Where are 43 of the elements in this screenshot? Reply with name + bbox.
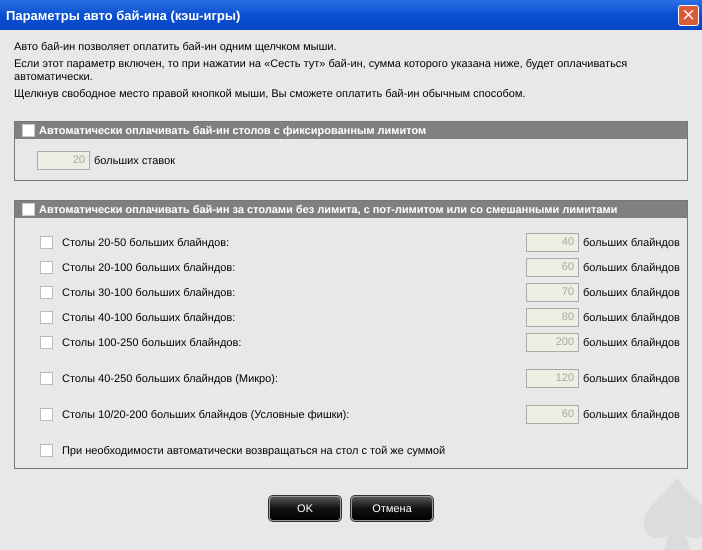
- amount-field[interactable]: 120: [526, 369, 579, 388]
- unit-label: больших блайндов: [583, 262, 681, 274]
- amount-field[interactable]: 40: [526, 233, 579, 252]
- unit-label: больших блайндов: [583, 312, 681, 324]
- checkbox[interactable]: [40, 261, 53, 274]
- option-label: Столы 40-250 больших блайндов (Микро):: [62, 372, 278, 384]
- option-label: Столы 100-250 больших блайндов:: [62, 336, 242, 348]
- close-button[interactable]: ×: [678, 4, 699, 26]
- unit-label: больших блайндов: [583, 372, 681, 384]
- option-label: Столы 30-100 больших блайндов:: [62, 286, 236, 298]
- option-label: Столы 10/20-200 больших блайндов (Условные фишки):: [62, 408, 350, 420]
- amount-field[interactable]: 20: [37, 151, 90, 170]
- unit-label: больших блайндов: [583, 236, 681, 248]
- checkbox[interactable]: [40, 372, 53, 385]
- amount-field[interactable]: 80: [526, 308, 579, 327]
- section-title: Автоматически оплачивать бай-ин за столами без лимита, с пот-лимитом или со смешанными лимитами: [39, 204, 618, 216]
- ok-button[interactable]: OK: [269, 496, 341, 521]
- checkbox[interactable]: [40, 408, 53, 421]
- option-label: Столы 20-100 больших блайндов:: [62, 262, 236, 274]
- intro-text: Авто бай-ин позволяет оплатить бай-ин одним щелчком мыши.: [14, 41, 338, 54]
- checkbox[interactable]: [40, 286, 53, 299]
- amount-field[interactable]: 70: [526, 283, 579, 302]
- checkbox[interactable]: [40, 444, 53, 457]
- unit-label: больших блайндов: [583, 408, 681, 420]
- checkbox[interactable]: [40, 311, 53, 324]
- unit-label: больших ставок: [94, 154, 176, 166]
- checkbox[interactable]: [22, 124, 35, 137]
- checkbox[interactable]: [40, 336, 53, 349]
- checkbox[interactable]: [22, 203, 35, 216]
- window-title: Параметры авто бай-ина (кэш-игры): [6, 8, 240, 22]
- intro-text: Щелкнув свободное место правой кнопкой мыши, Вы сможете оплатить бай-ин обычным способом.: [14, 88, 527, 101]
- unit-label: больших блайндов: [583, 336, 681, 348]
- cancel-button[interactable]: Отмена: [351, 496, 433, 521]
- section-title: Автоматически оплачивать бай-ин столов с фиксированным лимитом: [39, 124, 426, 136]
- intro-text: Если этот параметр включен, то при нажатии на «Сесть тут» бай-ин, сумма которого указана ниже, будет оплачиваться автоматически.: [14, 58, 628, 84]
- option-label: Столы 40-100 больших блайндов:: [62, 312, 236, 324]
- amount-field[interactable]: 60: [526, 258, 579, 277]
- amount-field[interactable]: 200: [526, 333, 579, 352]
- checkbox[interactable]: [40, 236, 53, 249]
- option-label: Столы 20-50 больших блайндов:: [62, 236, 230, 248]
- amount-field[interactable]: 60: [526, 405, 579, 424]
- option-label: При необходимости автоматически возвращаться на стол с той же суммой: [62, 444, 446, 456]
- unit-label: больших блайндов: [583, 286, 681, 298]
